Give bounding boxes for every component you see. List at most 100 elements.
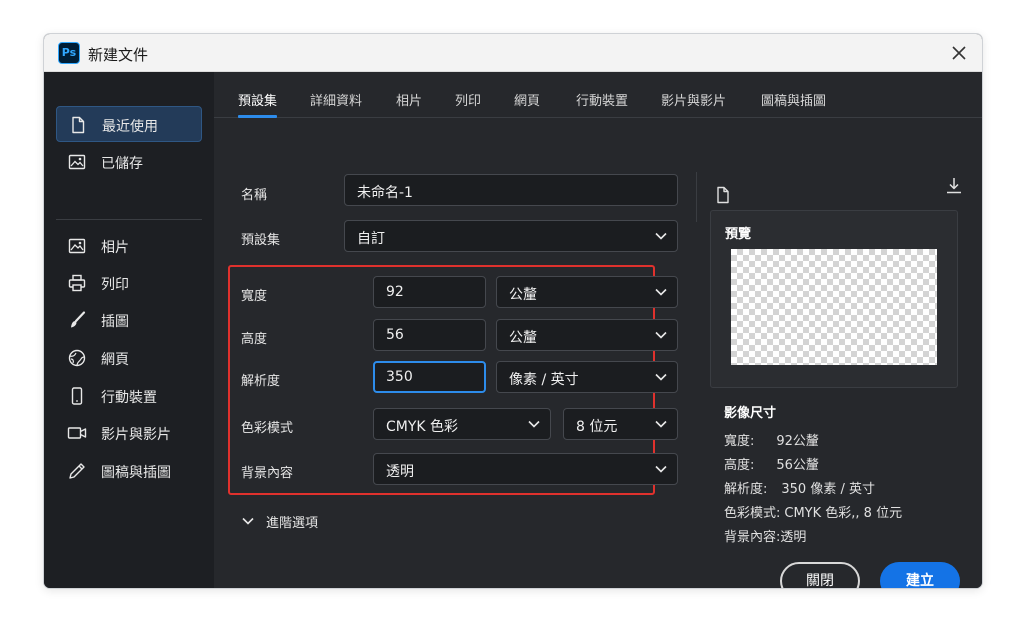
width-value: 92 [386,284,404,300]
resolution-input[interactable]: 350 [373,361,486,393]
new-document-dialog: Ps 新建文件 最近使用 已儲存 相片 列印 插圖 網頁 行動裝置 影片與影片 … [44,34,982,588]
sidebar-item-label: 相片 [101,240,129,256]
sidebar-item-art-illustration[interactable]: 圖稿與插圖 [56,453,202,489]
sidebar-item-label: 影片與影片 [101,427,171,443]
sidebar-item-label: 最近使用 [102,119,158,135]
image-size-resolution-line: 解析度: 350 像素 / 英寸 [724,478,875,497]
info-key: 高度: [724,458,755,473]
preset-value: 自訂 [357,231,385,247]
image-size-color-mode-line: 色彩模式: CMYK 色彩,, 8 位元 [724,502,902,521]
height-unit-dropdown[interactable]: 公釐 [496,319,678,351]
sidebar-item-print[interactable]: 列印 [56,265,202,301]
transparent-canvas-preview [731,249,937,365]
info-key: 背景內容: [724,530,781,545]
info-key: 寬度: [724,434,755,449]
tab-web[interactable]: 網頁 [514,90,540,109]
info-key: 解析度: [724,482,768,497]
close-icon[interactable] [948,42,970,64]
chevron-down-icon [655,331,667,339]
background-contents-value: 透明 [386,464,414,480]
chevron-down-icon [242,517,254,525]
sidebar-item-label: 已儲存 [101,156,143,172]
dialog-title: 新建文件 [88,46,149,64]
main-panel: 預設集 詳細資料 相片 列印 網頁 行動裝置 影片與影片 圖稿與插圖 名稱 未命… [214,72,982,588]
sidebar-item-web[interactable]: 網頁 [56,340,202,376]
image-size-background-line: 背景內容:透明 [724,526,806,545]
mobile-icon [67,386,87,406]
info-value: 56公釐 [776,458,819,473]
width-label: 寬度 [241,289,268,304]
tab-presets[interactable]: 預設集 [238,90,277,109]
brush-icon [67,310,87,330]
sidebar-item-mobile[interactable]: 行動裝置 [56,378,202,414]
tab-mobile[interactable]: 行動裝置 [576,90,628,109]
sidebar-divider [56,219,202,220]
pencil-icon [67,461,87,481]
info-key: 色彩模式: [724,506,781,521]
height-label: 高度 [241,332,268,347]
chevron-down-icon [528,420,540,428]
image-size-height-line: 高度: 56公釐 [724,454,819,473]
sidebar-item-photo[interactable]: 相片 [56,228,202,264]
sidebar-item-recent[interactable]: 最近使用 [56,106,202,142]
sidebar-item-label: 網頁 [101,352,129,368]
sidebar-item-saved[interactable]: 已儲存 [56,144,202,180]
sidebar-item-label: 列印 [101,277,129,293]
tab-photo[interactable]: 相片 [396,90,422,109]
resolution-unit-dropdown[interactable]: 像素 / 英寸 [496,361,678,393]
name-input[interactable]: 未命名-1 [344,174,678,206]
background-contents-dropdown[interactable]: 透明 [373,453,678,485]
chevron-down-icon [655,232,667,240]
advanced-options-label: 進階選項 [266,516,319,531]
image-icon [67,152,87,172]
tab-print[interactable]: 列印 [455,90,481,109]
height-input[interactable]: 56 [373,319,486,351]
preset-label: 預設集 [241,233,281,248]
name-value: 未命名-1 [357,185,413,201]
color-mode-value: CMYK 色彩 [386,419,459,435]
info-value: 透明 [780,530,807,545]
chevron-down-icon [655,288,667,296]
image-size-width-line: 寬度: 92公釐 [724,430,819,449]
resolution-unit-value: 像素 / 英寸 [509,372,579,388]
info-value: 92公釐 [776,434,819,449]
color-mode-label: 色彩模式 [241,421,294,436]
preset-dropdown[interactable]: 自訂 [344,220,678,252]
tab-details[interactable]: 詳細資料 [310,90,362,109]
vertical-divider [696,172,697,222]
name-label: 名稱 [241,188,268,203]
resolution-value: 350 [386,369,413,385]
preview-title: 預覽 [725,227,752,242]
sidebar-item-label: 插圖 [101,314,129,330]
info-value: CMYK 色彩,, 8 位元 [784,506,903,521]
photoshop-logo-icon: Ps [58,42,80,64]
create-button[interactable]: 建立 [880,562,960,588]
width-unit-dropdown[interactable]: 公釐 [496,276,678,308]
printer-icon [67,273,87,293]
active-tab-indicator [238,115,277,118]
sidebar-item-label: 行動裝置 [101,390,157,406]
preview-box: 預覽 [710,210,958,388]
sidebar-item-film-video[interactable]: 影片與影片 [56,415,202,451]
document-icon [68,115,88,135]
sidebar-item-label: 圖稿與插圖 [101,465,171,481]
width-input[interactable]: 92 [373,276,486,308]
sidebar: 最近使用 已儲存 相片 列印 插圖 網頁 行動裝置 影片與影片 圖稿與插圖 [44,72,214,588]
color-mode-dropdown[interactable]: CMYK 色彩 [373,408,551,440]
right-panel: 預覽 影像尺寸 寬度: 92公釐 高度: 56公釐 解析度: 350 像素 / 英寸 … [710,72,982,588]
bit-depth-value: 8 位元 [576,419,618,435]
height-unit-value: 公釐 [509,330,537,346]
chevron-down-icon [655,373,667,381]
width-unit-value: 公釐 [509,287,537,303]
resolution-label: 解析度 [241,374,281,389]
chevron-down-icon [655,420,667,428]
close-button[interactable]: 關閉 [780,562,860,588]
title-bar: Ps 新建文件 [44,34,982,72]
info-value: 350 像素 / 英寸 [781,482,875,497]
background-contents-label: 背景內容 [241,466,294,481]
image-size-title: 影像尺寸 [724,406,777,421]
height-value: 56 [386,327,404,343]
globe-icon [67,348,87,368]
bit-depth-dropdown[interactable]: 8 位元 [563,408,678,440]
sidebar-item-illustration[interactable]: 插圖 [56,302,202,338]
